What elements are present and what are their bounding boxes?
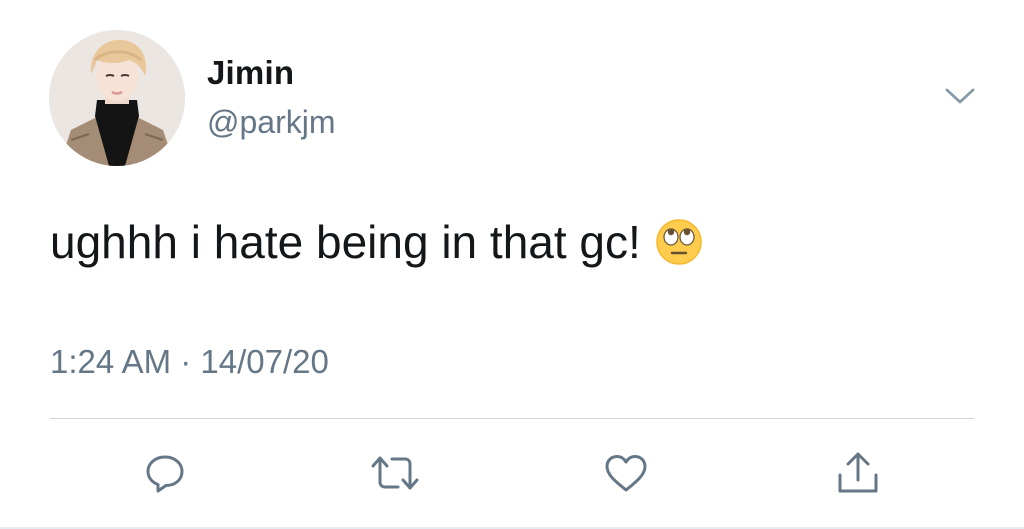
- author-name[interactable]: Jimin: [207, 54, 294, 92]
- tweet-card: Jimin @parkjm ughhh i hate being in that…: [0, 0, 1024, 529]
- author-handle[interactable]: @parkjm: [207, 104, 336, 141]
- tweet-text-container: ughhh i hate being in that gc!: [50, 215, 703, 269]
- face-with-rolling-eyes-icon: [655, 218, 703, 266]
- share-upload-icon: [838, 452, 878, 493]
- retweet-arrows-icon: [371, 456, 419, 490]
- avatar[interactable]: [49, 30, 185, 166]
- avatar-photo: [49, 30, 185, 166]
- chevron-down-icon[interactable]: [942, 84, 978, 108]
- speech-bubble-icon: [146, 455, 184, 493]
- heart-icon: [605, 455, 647, 492]
- like-button[interactable]: [600, 448, 652, 498]
- share-button[interactable]: [832, 448, 884, 498]
- retweet-button[interactable]: [369, 448, 421, 498]
- tweet-timestamp[interactable]: 1:24 AM · 14/07/20: [50, 343, 329, 381]
- tweet-text: ughhh i hate being in that gc!: [50, 216, 641, 268]
- reply-button[interactable]: [139, 448, 191, 498]
- divider: [50, 418, 974, 419]
